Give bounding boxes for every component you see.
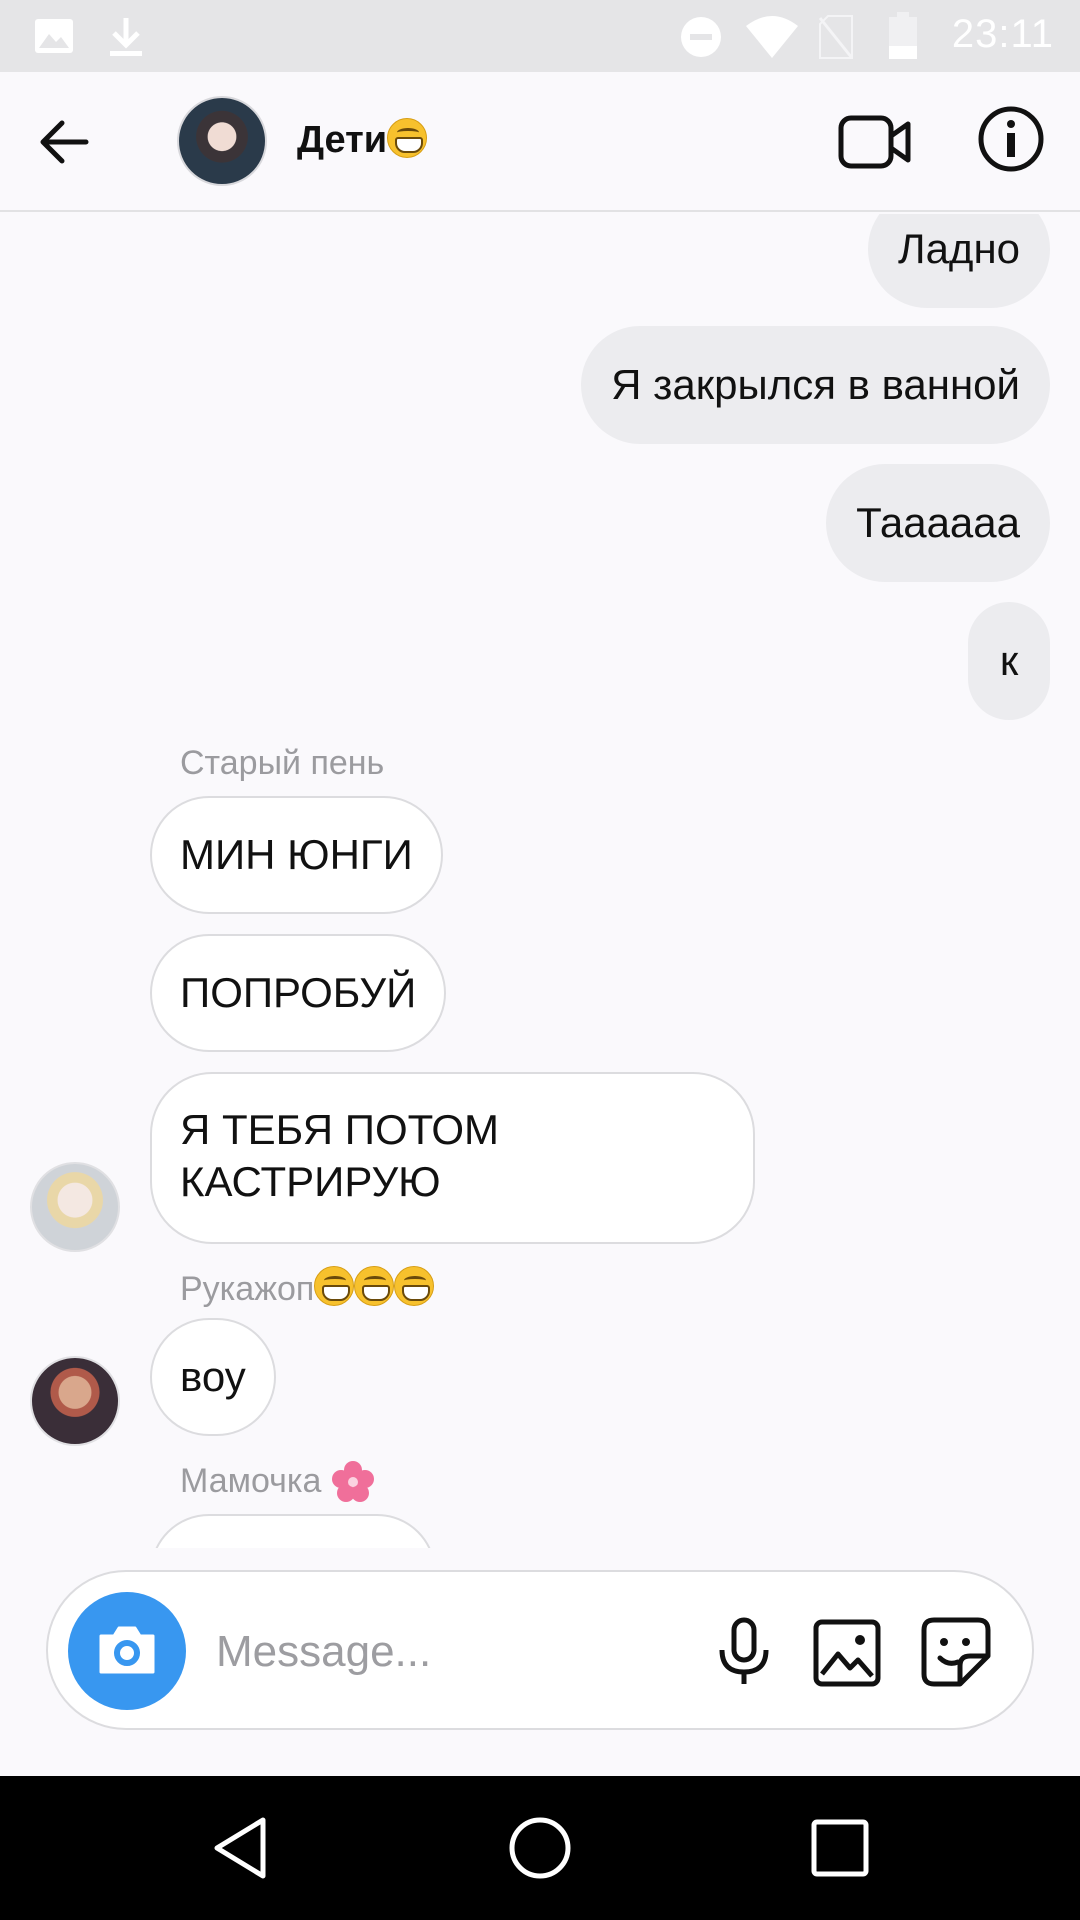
message-text: Я ТЕБЯ ПОТОМ КАСТРИРУЮ: [180, 1104, 499, 1208]
message-text: к: [999, 637, 1019, 684]
incoming-message[interactable]: ПОПРОБУЙ: [150, 934, 447, 1052]
video-camera-icon[interactable]: [838, 112, 912, 172]
system-nav-bar: [0, 1776, 1080, 1920]
sticker-icon[interactable]: [920, 1616, 992, 1688]
sender-name-text: Рукажоп: [180, 1270, 315, 1308]
outgoing-message[interactable]: Ладно: [868, 214, 1050, 308]
message-input[interactable]: [216, 1616, 696, 1688]
message-text: ПОПРОБУЙ: [180, 969, 417, 1016]
incoming-message[interactable]: воу: [150, 1318, 276, 1436]
sender-avatar[interactable]: [30, 1356, 120, 1446]
message-composer: [46, 1570, 1034, 1730]
clock: 23:11: [951, 12, 1054, 56]
group-avatar[interactable]: [177, 96, 267, 186]
grinning-face-emoji: [394, 1266, 435, 1306]
chat-header: Дети: [0, 72, 1080, 212]
outgoing-message[interactable]: к: [968, 602, 1050, 720]
grinning-face-emoji: [314, 1266, 355, 1306]
image-icon: [35, 19, 73, 53]
message-text: Таааааа: [856, 499, 1020, 546]
wifi-icon: [746, 16, 798, 58]
incoming-message[interactable]: МИН ЮНГИ: [150, 796, 443, 914]
incoming-message[interactable]: Я ТЕБЯ ПОТОМ КАСТРИРУЮ: [150, 1072, 755, 1244]
chat-title[interactable]: Дети: [297, 118, 428, 162]
dnd-icon: [681, 17, 721, 57]
microphone-icon[interactable]: [708, 1616, 780, 1688]
sender-name-text: Мамочка: [180, 1462, 322, 1500]
sender-name: Старый пень: [180, 744, 385, 782]
sender-name: Рукажоп: [180, 1266, 435, 1309]
sender-name: Мамочка: [180, 1460, 375, 1502]
info-icon[interactable]: [978, 106, 1044, 172]
message-list[interactable]: Ладно Я закрылся в ванной Таааааа к Стар…: [0, 214, 1080, 1548]
message-text: Я закрылся в ванной: [611, 361, 1020, 408]
download-icon: [110, 18, 142, 56]
chat-title-text: Дети: [297, 119, 388, 161]
message-text: МИН ЮНГИ: [180, 831, 413, 878]
cherry-blossom-emoji: [331, 1461, 374, 1502]
outgoing-message[interactable]: Я закрылся в ванной: [581, 326, 1050, 444]
grinning-face-emoji: [354, 1266, 395, 1306]
no-sim-icon: [818, 15, 854, 59]
nav-recents-icon[interactable]: [804, 1812, 876, 1884]
status-bar: 23:11: [0, 0, 1080, 72]
message-line: КАСТРИРУЮ: [180, 1158, 441, 1205]
message-text: Ладно: [898, 225, 1020, 272]
camera-icon: [99, 1626, 155, 1674]
outgoing-message[interactable]: Таааааа: [826, 464, 1050, 582]
camera-button[interactable]: [68, 1592, 186, 1710]
grinning-face-emoji: [387, 118, 428, 158]
message-line: Я ТЕБЯ ПОТОМ: [180, 1106, 500, 1153]
gallery-icon[interactable]: [812, 1618, 882, 1688]
incoming-message[interactable]: [150, 1514, 436, 1548]
message-text: воу: [180, 1353, 246, 1400]
back-arrow-icon[interactable]: [36, 112, 96, 172]
battery-icon: [889, 12, 917, 59]
nav-back-icon[interactable]: [205, 1812, 277, 1884]
nav-home-icon[interactable]: [504, 1812, 576, 1884]
sender-avatar[interactable]: [30, 1162, 120, 1252]
